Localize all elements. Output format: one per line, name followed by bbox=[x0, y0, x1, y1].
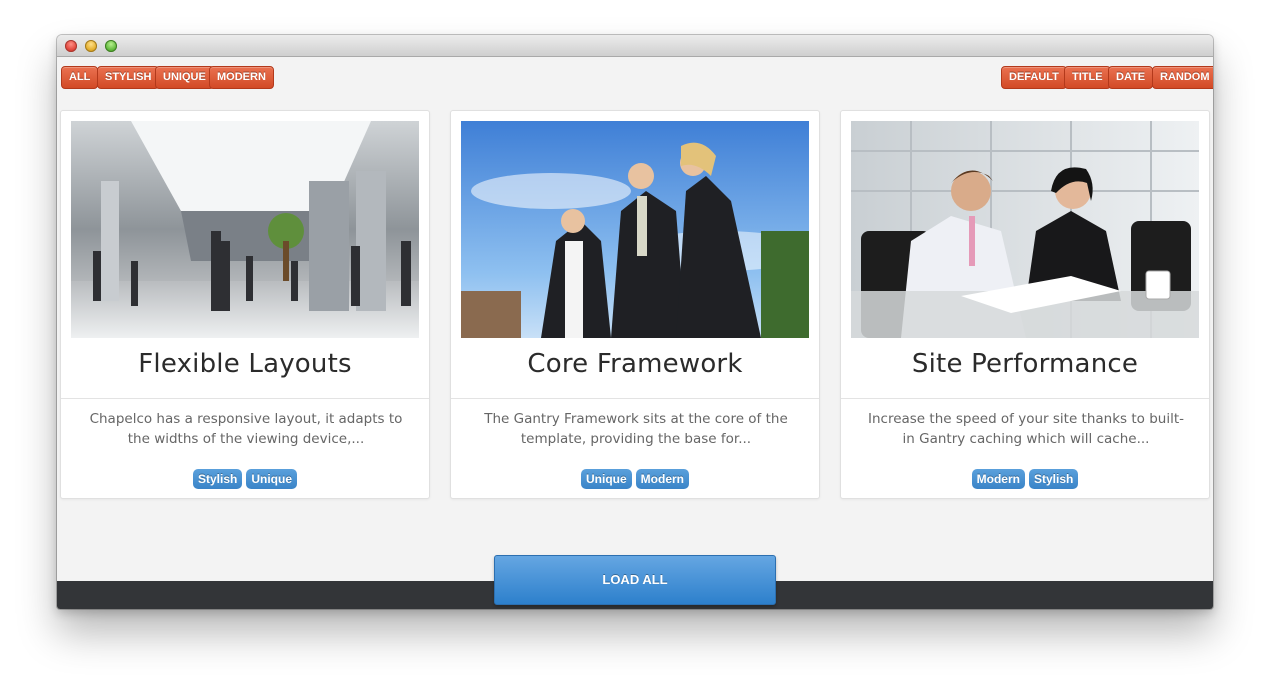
close-window-icon[interactable] bbox=[65, 40, 77, 52]
tag-unique[interactable]: Unique bbox=[246, 469, 298, 489]
tag-stylish[interactable]: Stylish bbox=[192, 469, 243, 489]
card-description: Increase the speed of your site thanks t… bbox=[867, 411, 1185, 447]
card-tags: Unique Modern bbox=[451, 469, 819, 489]
filter-stylish-button[interactable]: STYLISH bbox=[97, 66, 160, 89]
card-flexible-layouts: Flexible Layouts Chapelco has a responsi… bbox=[60, 110, 430, 499]
card-description: The Gantry Framework sits at the core of… bbox=[484, 411, 788, 447]
zoom-window-icon[interactable] bbox=[105, 40, 117, 52]
tag-modern[interactable]: Modern bbox=[635, 469, 689, 489]
meeting-photo[interactable] bbox=[851, 121, 1199, 338]
load-all-button[interactable]: LOAD ALL bbox=[494, 555, 776, 605]
card-title[interactable]: Site Performance bbox=[841, 349, 1209, 379]
tag-unique[interactable]: Unique bbox=[580, 469, 632, 489]
card-divider bbox=[61, 398, 429, 399]
card-core-framework: Core Framework The Gantry Framework sits… bbox=[450, 110, 820, 499]
filter-modern-button[interactable]: MODERN bbox=[209, 66, 274, 89]
tag-modern[interactable]: Modern bbox=[971, 469, 1025, 489]
card-title[interactable]: Core Framework bbox=[451, 349, 819, 379]
page-content: ALL STYLISH UNIQUE MODERN DEFAULT TITLE … bbox=[57, 58, 1213, 609]
minimize-window-icon[interactable] bbox=[85, 40, 97, 52]
sort-title-button[interactable]: TITLE bbox=[1064, 66, 1111, 89]
filter-all-button[interactable]: ALL bbox=[61, 66, 99, 89]
card-site-performance: Site Performance Increase the speed of y… bbox=[840, 110, 1210, 499]
sort-default-button[interactable]: DEFAULT bbox=[1001, 66, 1067, 89]
window-titlebar bbox=[57, 35, 1213, 57]
filter-unique-button[interactable]: UNIQUE bbox=[155, 66, 214, 89]
card-tags: Stylish Unique bbox=[61, 469, 429, 489]
sort-date-button[interactable]: DATE bbox=[1108, 66, 1154, 89]
card-tags: Modern Stylish bbox=[841, 469, 1209, 489]
card-description: Chapelco has a responsive layout, it ada… bbox=[89, 411, 403, 447]
tag-stylish[interactable]: Stylish bbox=[1028, 469, 1079, 489]
card-divider bbox=[451, 398, 819, 399]
sort-random-button[interactable]: RANDOM bbox=[1152, 66, 1213, 89]
business-team-photo[interactable] bbox=[461, 121, 809, 338]
browser-window: ALL STYLISH UNIQUE MODERN DEFAULT TITLE … bbox=[57, 35, 1213, 609]
card-title[interactable]: Flexible Layouts bbox=[61, 349, 429, 379]
office-lobby-photo[interactable] bbox=[71, 121, 419, 338]
card-divider bbox=[841, 398, 1209, 399]
